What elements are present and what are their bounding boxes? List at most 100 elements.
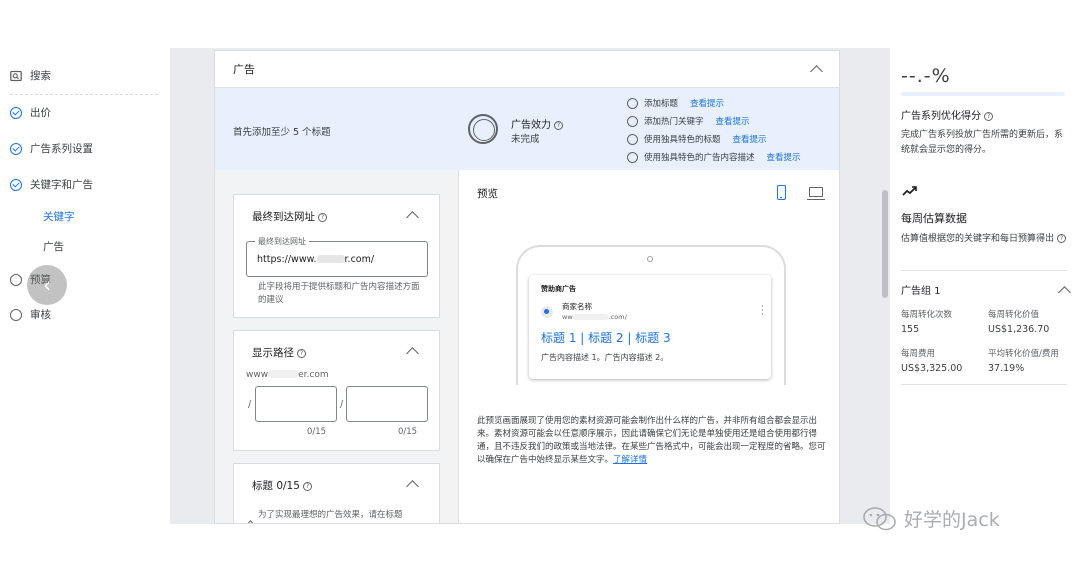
nav-item-bidding[interactable]: 出价 — [10, 105, 51, 120]
final-url-value: https://www. r.com/ — [257, 254, 374, 265]
tip-link[interactable]: 查看提示 — [767, 151, 801, 163]
search-icon — [10, 70, 22, 82]
check-circle-icon — [10, 106, 22, 119]
redacted-text — [268, 370, 299, 378]
headline-hint: 为了实现最理想的广告效果，请在标题 — [258, 510, 403, 520]
left-nav: 搜索 出价 广告系列设置 关键字和广告 关键字 广告 预算 审核 ‹ — [0, 0, 170, 570]
stat-value: 155 — [901, 324, 920, 335]
nav-item-campaign-settings[interactable]: 广告系列设置 — [10, 141, 93, 156]
phone-camera — [647, 256, 653, 262]
tip-text: 添加标题 — [644, 99, 679, 109]
ad-url-suffix: .com/ — [608, 313, 627, 321]
score-progress-bar — [901, 92, 1065, 96]
divider — [901, 384, 1067, 385]
empty-circle-icon — [10, 308, 22, 321]
watermark: 好学的Jack — [862, 505, 1000, 532]
banner-text: 首先添加至少 5 个标题 — [233, 127, 331, 138]
path1-counter: 0/15 — [307, 427, 327, 437]
preview-title: 预览 — [477, 188, 498, 200]
display-path-title-text: 显示路径 — [252, 347, 294, 359]
headline-title-text: 标题 0/15 — [252, 480, 300, 492]
preview-note: 此预览画面展现了使用您的素材资源可能会制作出什么样的广告，并非所有组合都会显示出… — [477, 415, 829, 467]
tip-item: 使用独具特色的广告内容描述 查看提示 — [627, 148, 801, 166]
ad-strength-banner: 首先添加至少 5 个标题 广告效力? 未完成 添加标题 查看提示 添加热门关键字… — [215, 88, 839, 170]
tip-link[interactable]: 查看提示 — [716, 115, 750, 127]
ad-card-panel: 广告 首先添加至少 5 个标题 广告效力? 未完成 添加标题 查看提示 添加热门… — [214, 50, 840, 524]
tip-text: 使用独具特色的广告内容描述 — [644, 153, 755, 163]
final-url-prefix: https://www. — [257, 254, 317, 265]
tip-link[interactable]: 查看提示 — [733, 133, 767, 145]
display-domain-prefix: www — [246, 370, 269, 380]
learn-more-link[interactable]: 了解详情 — [613, 455, 647, 465]
tip-item: 添加标题 查看提示 — [627, 94, 801, 112]
stat-value: 37.19% — [988, 363, 1025, 374]
right-panel: --.-% 广告系列优化得分? 完成广告系列投放广告所需的更新后，系统就会显示您… — [890, 48, 1080, 524]
final-url-input[interactable]: 最终到达网址 https://www. r.com/ — [246, 236, 428, 277]
empty-circle-icon — [627, 151, 638, 163]
headline-section: 标题 0/15? 为了实现最理想的广告效果，请在标题 — [233, 463, 440, 523]
help-icon[interactable]: ? — [297, 349, 306, 358]
tip-text: 添加热门关键字 — [644, 117, 704, 127]
ad-group-title: 广告组 1 — [901, 286, 941, 297]
phone-mockup: 赞助商广告 商家名称 ww .com/ · · · 标题 1 | 标题 2 | 标题 … — [516, 245, 786, 385]
help-icon[interactable]: ? — [554, 121, 563, 130]
mobile-device-icon[interactable] — [777, 185, 786, 200]
ad-strength-status: 未完成 — [511, 134, 540, 145]
chevron-up-icon[interactable] — [406, 211, 419, 224]
back-arrow-button[interactable]: ‹ — [27, 265, 67, 305]
tip-item: 使用独具特色的标题 查看提示 — [627, 130, 801, 148]
nav-item-review[interactable]: 审核 — [10, 307, 51, 322]
help-icon[interactable]: ? — [318, 213, 327, 222]
empty-circle-icon — [627, 115, 638, 127]
nav-subitem-ads[interactable]: 广告 — [43, 239, 64, 254]
nav-label: 出价 — [30, 107, 51, 119]
empty-circle-icon — [627, 97, 638, 109]
stat-value: US$1,236.70 — [988, 324, 1050, 335]
path2-input[interactable] — [346, 386, 428, 422]
card-header[interactable]: 广告 — [215, 51, 839, 88]
more-vert-icon[interactable]: · · · — [761, 303, 764, 320]
check-circle-icon — [10, 178, 22, 191]
final-url-field-label: 最终到达网址 — [255, 236, 309, 247]
tip-item: 添加热门关键字 查看提示 — [627, 112, 801, 130]
nav-divider — [10, 94, 158, 95]
sponsored-label: 赞助商广告 — [541, 285, 576, 293]
divider — [901, 270, 1067, 271]
stat-label: 平均转化价值/费用 — [988, 349, 1059, 359]
scrollbar[interactable] — [882, 190, 888, 298]
watermark-text: 好学的Jack — [904, 509, 1000, 531]
chevron-up-icon[interactable] — [810, 64, 823, 78]
ad-display-url: ww .com/ — [562, 313, 627, 321]
weekly-estimate-title: 每周估算数据 — [901, 212, 967, 225]
weekly-estimate-text: 估算值根据您的关键字和每日预算得出? — [901, 232, 1067, 247]
headline-title: 标题 0/15? — [252, 478, 312, 493]
display-path-title: 显示路径? — [252, 345, 306, 360]
nav-subitem-keywords[interactable]: 关键字 — [43, 209, 75, 224]
form-column: 最终到达网址? 最终到达网址 https://www. r.com/ 此字段将用于… — [215, 170, 458, 523]
business-name: 商家名称 — [562, 302, 592, 311]
chevron-up-icon[interactable] — [406, 480, 419, 493]
stat-value: US$3,325.00 — [901, 363, 963, 374]
path1-input[interactable] — [255, 386, 337, 422]
help-icon[interactable]: ? — [302, 482, 312, 491]
preview-panel: 预览 赞助商广告 商家名称 ww .com/ · · · 标题 1 | 标题 2 | … — [458, 170, 839, 523]
desktop-device-icon[interactable] — [807, 187, 825, 200]
display-path-section: 显示路径? www er.com / / 0/15 0/15 — [233, 330, 440, 451]
help-icon[interactable]: ? — [1057, 234, 1067, 243]
trend-icon — [902, 186, 917, 196]
nav-label: 搜索 — [30, 70, 51, 82]
path-separator: / — [340, 399, 344, 410]
chevron-up-icon[interactable] — [244, 520, 257, 523]
stat-label: 每周费用 — [901, 349, 936, 359]
final-url-title-text: 最终到达网址 — [252, 211, 315, 223]
tip-text: 使用独具特色的标题 — [644, 135, 721, 145]
tip-link[interactable]: 查看提示 — [690, 97, 724, 109]
help-icon[interactable]: ? — [984, 112, 993, 121]
nav-item-search[interactable]: 搜索 — [10, 68, 51, 83]
chevron-up-icon[interactable] — [1058, 286, 1071, 299]
empty-circle-icon — [627, 133, 638, 145]
chevron-up-icon[interactable] — [406, 347, 419, 360]
weekly-estimate-text-body: 估算值根据您的关键字和每日预算得出 — [901, 234, 1055, 244]
check-circle-icon — [10, 142, 22, 155]
nav-item-keywords-ads[interactable]: 关键字和广告 — [10, 177, 93, 192]
